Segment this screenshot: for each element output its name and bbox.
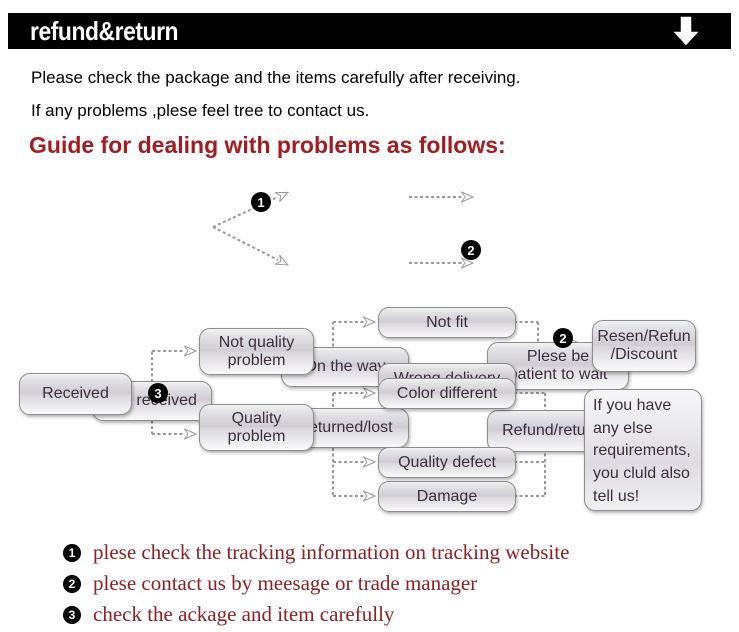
flow-box-label-line2: patient to wait [508, 366, 608, 383]
flow-box-note-extra-requirements[interactable]: If you have any else requirements, you c… [584, 389, 702, 511]
badge-number: 2 [467, 242, 475, 258]
list-item-badge: 3 [63, 605, 87, 624]
flow-box-label: Damage [416, 487, 478, 505]
flow-box-color-different[interactable]: Color different [378, 378, 516, 409]
flow-box-label: Received [42, 385, 109, 403]
flow-box-not-quality-problem[interactable]: Not quality problem [199, 328, 314, 375]
flow-box-quality-problem[interactable]: Quality problem [199, 404, 314, 451]
badge-number: 3 [63, 605, 81, 624]
list-item: 1 plese check the tracking information o… [63, 537, 723, 568]
flow-box-label: Not fit [426, 313, 468, 331]
page-title: refund&return [30, 15, 179, 46]
flow-box-damage[interactable]: Damage [378, 481, 516, 512]
flow-box-received[interactable]: Received [19, 373, 132, 415]
flow-box-label-line2: problem [227, 427, 286, 445]
note-line5: tell us! [593, 487, 640, 505]
flow-box-label: On the way [304, 358, 386, 376]
badge-number: 1 [63, 543, 81, 562]
bottom-instructions-list: 1 plese check the tracking information o… [63, 537, 723, 630]
flow-box-quality-defect[interactable]: Quality defect [378, 447, 516, 478]
note-line4: you cluld also [593, 465, 690, 483]
arrow-down-icon [669, 15, 703, 47]
badge-number: 1 [257, 194, 265, 210]
badge-3-section2: 3 [148, 383, 168, 403]
list-item: 3 check the ackage and item carefully [63, 599, 723, 630]
list-item-text: plese contact us by meesage or trade man… [93, 571, 478, 595]
badge-number: 2 [63, 574, 81, 593]
badge-2-section2: 2 [553, 328, 573, 348]
flow-box-label-line1: Resen/Refun [597, 328, 691, 346]
flow-box-label-line2: /Discount [610, 346, 678, 363]
note-line3: requirements, [593, 442, 691, 460]
list-item-text: check the ackage and item carefully [93, 602, 395, 626]
flow-box-label-line1: Plese be [526, 348, 590, 366]
header-bar: refund&return [8, 13, 731, 49]
list-item-badge: 2 [63, 574, 87, 593]
intro-line-2: If any problems ,plese feel tree to cont… [31, 101, 370, 120]
flow-box-label-line1: Not quality [218, 333, 295, 351]
guide-heading: Guide for dealing with problems as follo… [29, 132, 506, 158]
badge-number: 3 [154, 385, 162, 401]
list-item: 2 plese contact us by meesage or trade m… [63, 568, 723, 599]
flow-box-label: Quality defect [398, 453, 496, 471]
badge-1-section1: 1 [251, 192, 271, 212]
flow-box-not-fit[interactable]: Not fit [378, 307, 516, 338]
intro-line-1: Please check the package and the items c… [31, 68, 521, 87]
badge-number: 2 [559, 330, 567, 346]
flow-box-label: Color different [396, 384, 498, 402]
note-line2: any else [593, 419, 653, 437]
flowchart: Not received On the way Returned/lost Pl… [0, 165, 739, 520]
flow-box-label-line1: Quality [231, 409, 282, 427]
note-line1: If you have [593, 397, 672, 414]
flow-box-label-line2: problem [227, 351, 286, 369]
list-item-text: plese check the tracking information on … [93, 540, 570, 564]
badge-2-section1: 2 [461, 240, 481, 260]
list-item-badge: 1 [63, 543, 87, 562]
flow-box-resend-refund-discount[interactable]: Resen/Refun /Discount [592, 320, 696, 372]
